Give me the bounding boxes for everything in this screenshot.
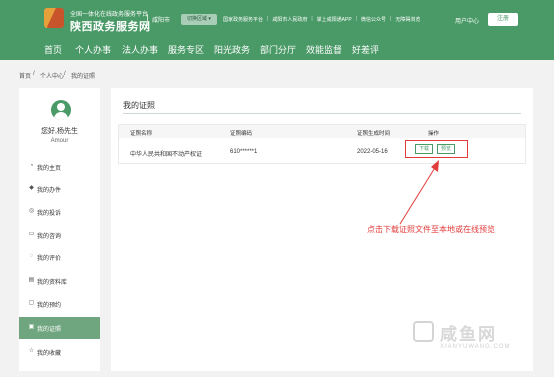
nav-corporate[interactable]: 法人办事 [122, 43, 158, 56]
sidebar-item-appointments[interactable]: ▢ 我的预约 [19, 293, 100, 315]
switch-region-button[interactable]: 切换区域 ▾ [181, 14, 217, 25]
breadcrumb: 首页 / 个人中心 / 我的证照 [0, 68, 554, 81]
sidebar-item-inquiries[interactable]: ▭ 我的咨询 [19, 224, 100, 246]
column-header-date: 证照生成时间 [357, 131, 391, 137]
link-separator: | [390, 16, 392, 22]
nav-rating[interactable]: 好差评 [352, 43, 379, 56]
sidebar-item-licenses[interactable]: ▣ 我的证照 [19, 317, 100, 339]
top-links: 国家政务服务平台 | 咸阳市人民政府 | 掌上咸阳通APP | 微信公众号 | … [223, 16, 424, 23]
actions-highlight-box: 下载 预览 [405, 140, 468, 158]
breadcrumb-home[interactable]: 首页 [19, 71, 31, 80]
license-code: 610******1 [230, 149, 258, 155]
sidebar-item-reviews[interactable]: ◌ 我的评价 [19, 246, 100, 268]
link-accessibility[interactable]: 无障碍浏览 [395, 16, 420, 23]
link-mobile-app[interactable]: 掌上咸阳通APP [317, 16, 352, 23]
breadcrumb-separator: / [64, 71, 66, 77]
download-button[interactable]: 下载 [415, 144, 433, 154]
breadcrumb-separator: / [33, 71, 35, 77]
watermark-text: 咸鱼网 [440, 325, 497, 344]
user-greeting: 您好,杨先生 [41, 128, 78, 135]
avatar [51, 100, 71, 120]
annotation-text: 点击下载证照文件至本地或在线预览 [367, 225, 495, 234]
license-icon: ▣ [28, 324, 35, 330]
breadcrumb-current: 我的证照 [71, 74, 96, 80]
folder-icon: ▤ [28, 277, 35, 283]
link-separator: | [311, 16, 313, 22]
title-divider [123, 113, 521, 114]
page-title: 我的证照 [123, 101, 155, 110]
sidebar-item-complaints[interactable]: ◎ 我的投诉 [19, 201, 100, 223]
chat-icon: ▭ [28, 231, 35, 237]
license-date: 2022-05-16 [357, 149, 388, 155]
column-header-name: 证照名称 [130, 131, 153, 137]
site-logo[interactable] [44, 8, 64, 28]
sidebar-item-cases[interactable]: ◆ 我的办件 [19, 178, 100, 200]
register-button[interactable]: 注册 [488, 13, 518, 26]
sidebar-item-label: 我的预约 [37, 303, 62, 309]
header-divider [147, 14, 148, 26]
user-center-link[interactable]: 用户中心 [455, 16, 479, 25]
sidebar-item-label: 我的办件 [37, 188, 62, 194]
link-national-platform[interactable]: 国家政务服务平台 [223, 16, 263, 23]
complaint-icon: ◎ [28, 208, 35, 214]
layers-icon: ◆ [29, 185, 34, 191]
sidebar-item-label: 我的收藏 [37, 351, 62, 357]
link-city-government[interactable]: 咸阳市人民政府 [272, 16, 307, 23]
sidebar-item-label: 我的咨询 [37, 234, 62, 240]
current-city: 咸阳市 [152, 18, 171, 24]
sidebar-item-favorites[interactable]: ☆ 我的收藏 [19, 341, 100, 363]
license-name: 中华人民共和国不动产权证 [130, 152, 203, 158]
sidebar: 您好,杨先生 Amour ◔ 我的主页 ◆ 我的办件 ◎ 我的投诉 ▭ 我的咨询… [19, 88, 100, 371]
nav-service-zone[interactable]: 服务专区 [168, 43, 204, 56]
sidebar-item-homepage[interactable]: ◔ 我的主页 [19, 156, 100, 178]
nav-open-government[interactable]: 阳光政务 [214, 43, 250, 56]
table-header: 证照名称 证照编码 证照生成时间 操作 [119, 125, 525, 138]
nav-supervision[interactable]: 效能监督 [306, 43, 342, 56]
link-separator: | [267, 16, 269, 22]
sidebar-item-label: 我的证照 [37, 327, 62, 333]
column-header-code: 证照编码 [230, 131, 253, 137]
breadcrumb-personal[interactable]: 个人中心 [40, 71, 64, 80]
sidebar-item-documents[interactable]: ▤ 我的资料库 [19, 270, 100, 292]
sidebar-item-label: 我的主页 [37, 166, 62, 172]
column-header-actions: 操作 [428, 131, 440, 137]
calendar-icon: ▢ [28, 300, 35, 306]
watermark-logo-icon [413, 321, 434, 342]
site-title[interactable]: 陕西政务服务网 [70, 18, 151, 34]
rating-icon: ◌ [29, 253, 34, 259]
clock-icon: ◔ [29, 163, 34, 169]
preview-button[interactable]: 预览 [437, 144, 455, 154]
top-header: 全国一体化在线政务服务平台 陕西政务服务网 咸阳市 切换区域 ▾ 国家政务服务平… [0, 0, 554, 38]
sidebar-item-label: 我的投诉 [37, 211, 62, 217]
nav-home[interactable]: 首页 [44, 43, 62, 56]
nav-personal[interactable]: 个人办事 [75, 43, 111, 56]
nav-departments[interactable]: 部门分厅 [260, 43, 296, 56]
link-wechat[interactable]: 微信公众号 [361, 16, 386, 23]
sidebar-item-label: 我的资料库 [37, 280, 68, 286]
main-nav: 首页 个人办事 法人办事 服务专区 阳光政务 部门分厅 效能监督 好差评 [0, 38, 554, 60]
watermark-url: XIANYUWANG.COM [440, 344, 511, 350]
link-separator: | [355, 16, 357, 22]
star-icon: ☆ [28, 348, 35, 354]
sidebar-item-label: 我的评价 [37, 256, 62, 262]
username: Amour [50, 138, 69, 144]
platform-subtitle: 全国一体化在线政务服务平台 [70, 12, 149, 18]
